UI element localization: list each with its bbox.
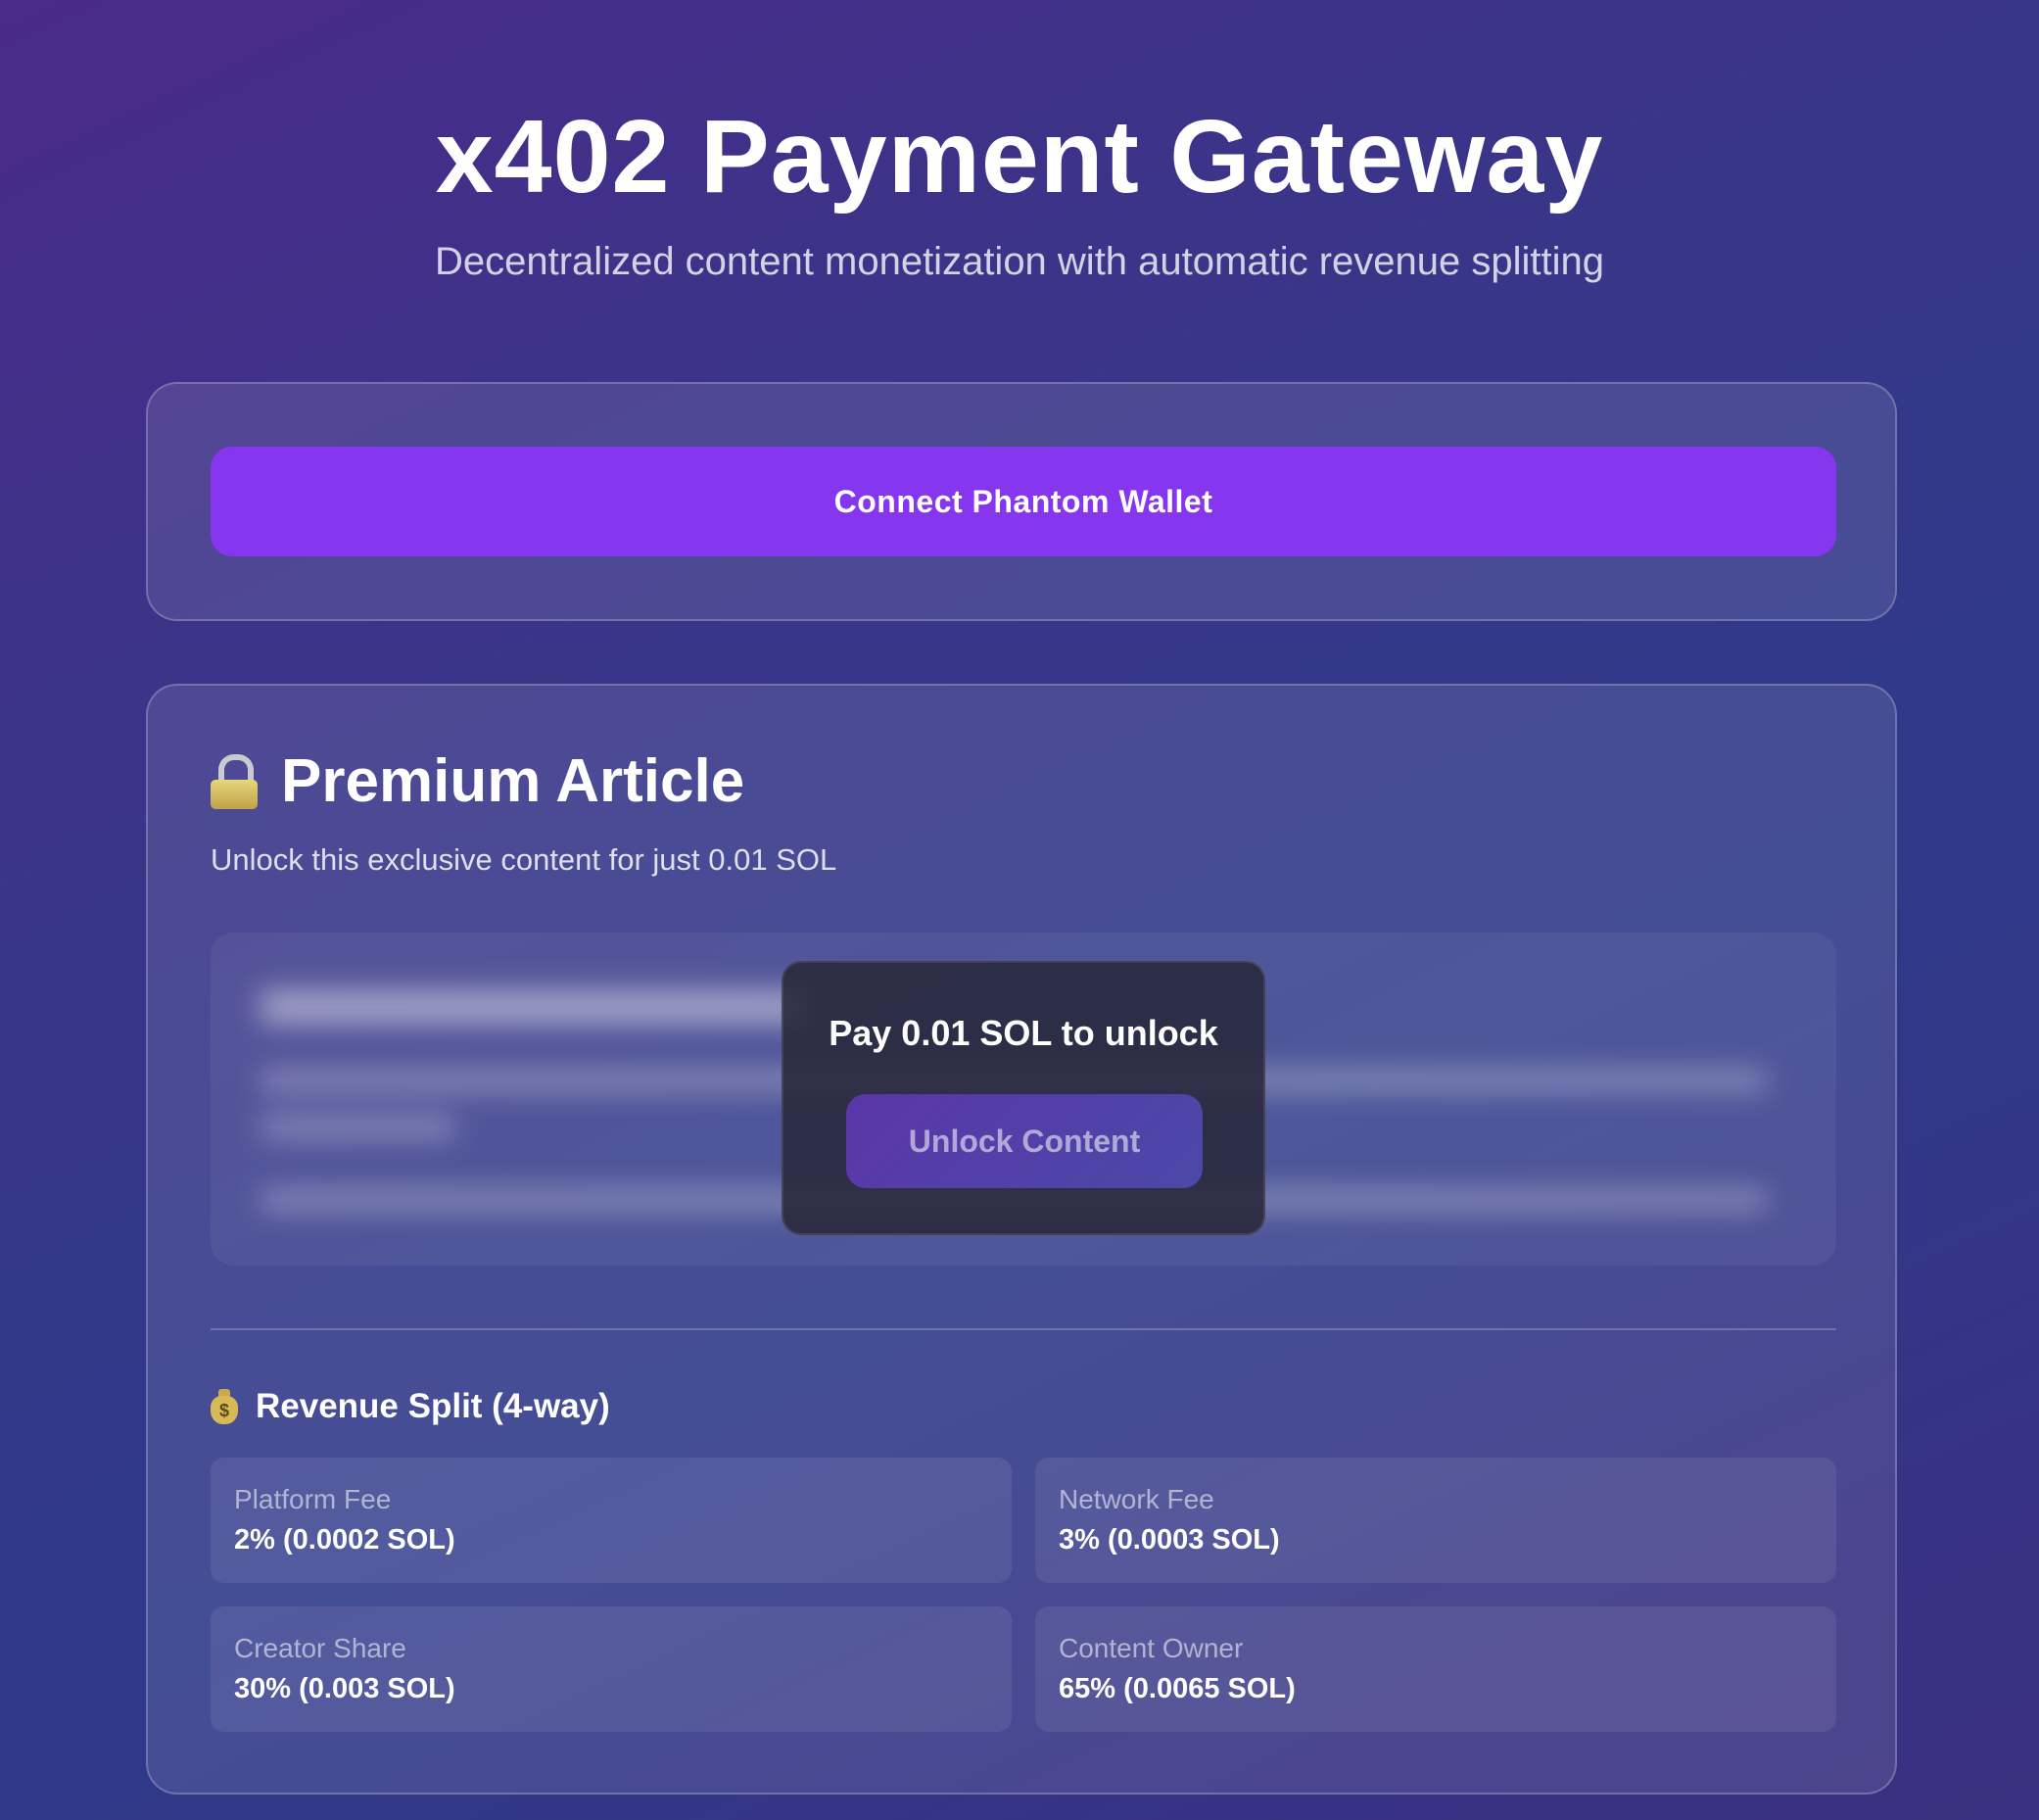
page-header: x402 Payment Gateway Decentralized conte… xyxy=(0,98,2039,286)
connect-wallet-button[interactable]: Connect Phantom Wallet xyxy=(211,447,1836,556)
article-heading: Premium Article xyxy=(211,744,744,819)
wallet-card: Connect Phantom Wallet xyxy=(146,382,1897,621)
split-value: 65% (0.0065 SOL) xyxy=(1059,1673,1296,1704)
split-label: Creator Share xyxy=(234,1633,406,1663)
unlock-content-button[interactable]: Unlock Content xyxy=(846,1094,1203,1188)
lock-icon xyxy=(211,754,258,809)
split-value: 30% (0.003 SOL) xyxy=(234,1673,455,1704)
money-bag-icon: $ xyxy=(211,1389,238,1424)
page-subtitle: Decentralized content monetization with … xyxy=(435,240,1604,283)
split-item-platform-fee: Platform Fee 2% (0.0002 SOL) xyxy=(211,1458,1012,1583)
split-value: 2% (0.0002 SOL) xyxy=(234,1524,455,1556)
split-item-content-owner: Content Owner 65% (0.0065 SOL) xyxy=(1035,1606,1836,1732)
paywall-prompt: Pay 0.01 SOL to unlock xyxy=(829,1013,1218,1053)
paywall-overlay: Pay 0.01 SOL to unlock Unlock Content xyxy=(782,961,1265,1235)
split-label: Content Owner xyxy=(1059,1633,1244,1663)
split-label: Platform Fee xyxy=(234,1484,392,1514)
article-title: Premium Article xyxy=(281,747,745,815)
revenue-split-title: Revenue Split (4-way) xyxy=(256,1387,610,1425)
article-description: Unlock this exclusive content for just 0… xyxy=(211,842,837,877)
article-card: Premium Article Unlock this exclusive co… xyxy=(146,684,1897,1795)
split-value: 3% (0.0003 SOL) xyxy=(1059,1524,1280,1556)
revenue-split-grid: Platform Fee 2% (0.0002 SOL) Network Fee… xyxy=(211,1458,1836,1732)
split-item-network-fee: Network Fee 3% (0.0003 SOL) xyxy=(1035,1458,1836,1583)
split-item-creator-share: Creator Share 30% (0.003 SOL) xyxy=(211,1606,1012,1732)
page-title: x402 Payment Gateway xyxy=(435,99,1604,215)
split-label: Network Fee xyxy=(1059,1484,1214,1514)
revenue-split-heading: $ Revenue Split (4-way) xyxy=(211,1385,610,1428)
divider xyxy=(211,1328,1836,1330)
